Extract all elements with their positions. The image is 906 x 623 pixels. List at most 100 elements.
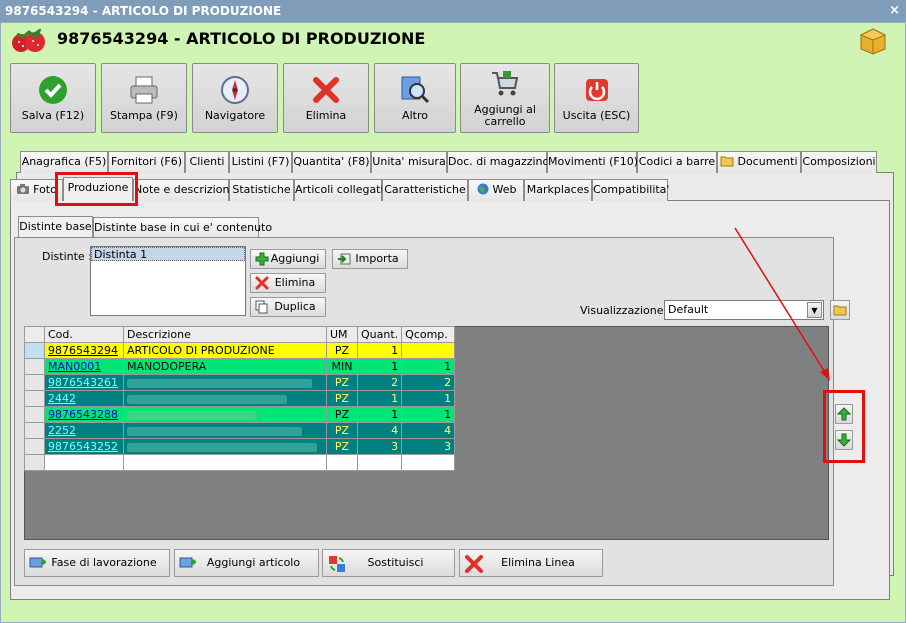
cell-qcomp[interactable]: 3: [401, 438, 456, 455]
cell-quant[interactable]: 1: [356, 406, 403, 423]
cell-um[interactable]: PZ: [326, 374, 358, 391]
grid-header-cod[interactable]: Cod.: [44, 326, 124, 343]
row-selector[interactable]: [24, 342, 45, 359]
sostituisci-button[interactable]: Sostituisci: [322, 549, 455, 577]
cell-quant[interactable]: 2: [356, 374, 403, 391]
tab-markplaces[interactable]: Markplaces: [524, 179, 592, 201]
cell-qcomp[interactable]: 1: [401, 406, 456, 423]
grid-header-descrizione[interactable]: Descrizione: [123, 326, 327, 343]
tab-unita-misura[interactable]: Unita' misura: [371, 151, 447, 173]
table-row[interactable]: 9876543288 PZ 1 1: [24, 406, 456, 423]
fase-lavorazione-button[interactable]: Fase di lavorazione: [24, 549, 170, 577]
table-row[interactable]: 2252 PZ 4 4: [24, 422, 456, 439]
tab-movimenti[interactable]: Movimenti (F10): [547, 151, 638, 173]
tab-clienti[interactable]: Clienti: [185, 151, 229, 173]
empty-cell[interactable]: [24, 454, 45, 471]
empty-cell[interactable]: [123, 454, 327, 471]
tab-web[interactable]: Web: [468, 179, 524, 201]
distinte-list[interactable]: Distinta 1: [90, 246, 246, 316]
print-button[interactable]: Stampa (F9): [101, 63, 187, 133]
cell-um[interactable]: PZ: [326, 406, 358, 423]
table-row[interactable]: MAN0001 MANODOPERA MIN 1 1: [24, 358, 456, 375]
empty-cell[interactable]: [326, 454, 358, 471]
table-row[interactable]: 2442 PZ 1 1: [24, 390, 456, 407]
aggiungi-articolo-button[interactable]: Aggiungi articolo: [174, 549, 319, 577]
cell-qcomp[interactable]: 1: [401, 358, 456, 375]
grid-header-qcomp[interactable]: Qcomp.: [401, 326, 456, 343]
delete-distinta-button[interactable]: Elimina: [250, 273, 326, 293]
row-selector[interactable]: [24, 406, 45, 423]
cell-um[interactable]: PZ: [326, 390, 358, 407]
cell-descrizione[interactable]: [123, 422, 327, 439]
cell-descrizione[interactable]: ARTICOLO DI PRODUZIONE: [123, 342, 327, 359]
tab-listini[interactable]: Listini (F7): [229, 151, 292, 173]
table-row[interactable]: 9876543294 ARTICOLO DI PRODUZIONE PZ 1: [24, 342, 456, 359]
cell-qcomp[interactable]: [401, 342, 456, 359]
tab-compatibilita[interactable]: Compatibilita': [592, 179, 669, 201]
visualizzazione-select[interactable]: Default ▼: [664, 300, 824, 320]
cell-descrizione[interactable]: [123, 374, 327, 391]
cell-quant[interactable]: 3: [356, 438, 403, 455]
cell-cod[interactable]: 9876543261: [44, 374, 124, 391]
cell-quant[interactable]: 1: [356, 358, 403, 375]
cell-cod[interactable]: 2252: [44, 422, 124, 439]
cell-cod[interactable]: 9876543252: [44, 438, 124, 455]
distinte-list-item[interactable]: Distinta 1: [91, 247, 245, 261]
table-row-empty[interactable]: [24, 454, 456, 471]
import-button[interactable]: Importa: [332, 249, 408, 269]
cell-qcomp[interactable]: 1: [401, 390, 456, 407]
subtab-distinte-contenuto[interactable]: Distinte base in cui e' contenuto: [93, 217, 272, 238]
add-distinta-button[interactable]: Aggiungi: [250, 249, 326, 269]
table-row[interactable]: 9876543261 PZ 2 2: [24, 374, 456, 391]
cell-um[interactable]: PZ: [326, 342, 358, 359]
add-to-cart-button[interactable]: Aggiungi al carrello: [460, 63, 550, 133]
tab-quantita[interactable]: Quantita' (F8): [292, 151, 371, 173]
empty-cell[interactable]: [356, 454, 403, 471]
empty-cell[interactable]: [401, 454, 456, 471]
tab-fornitori[interactable]: Fornitori (F6): [108, 151, 185, 173]
row-selector[interactable]: [24, 358, 45, 375]
tab-caratteristiche[interactable]: Caratteristiche: [382, 179, 468, 201]
tab-articoli-collegati[interactable]: Articoli collegati: [294, 179, 384, 201]
navigator-button[interactable]: Navigatore: [192, 63, 278, 133]
cell-quant[interactable]: 1: [356, 342, 403, 359]
cell-cod[interactable]: 2442: [44, 390, 124, 407]
row-selector[interactable]: [24, 374, 45, 391]
cell-descrizione[interactable]: MANODOPERA: [123, 358, 327, 375]
elimina-linea-button[interactable]: Elimina Linea: [459, 549, 603, 577]
tab-anagrafica[interactable]: Anagrafica (F5): [20, 151, 108, 173]
delete-button[interactable]: Elimina: [283, 63, 369, 133]
cell-descrizione[interactable]: [123, 438, 327, 455]
table-row[interactable]: 9876543252 PZ 3 3: [24, 438, 456, 455]
row-selector[interactable]: [24, 390, 45, 407]
tab-note-descrizioni[interactable]: Note e descrizioni: [133, 179, 233, 201]
chevron-down-icon[interactable]: ▼: [807, 302, 822, 318]
cell-um[interactable]: PZ: [326, 422, 358, 439]
tab-documenti[interactable]: Documenti: [717, 151, 801, 173]
exit-button[interactable]: Uscita (ESC): [554, 63, 639, 133]
subtab-distinte-base[interactable]: Distinte base: [18, 216, 93, 238]
cell-cod[interactable]: MAN0001: [44, 358, 124, 375]
row-selector[interactable]: [24, 438, 45, 455]
more-button[interactable]: Altro: [374, 63, 456, 133]
cell-qcomp[interactable]: 4: [401, 422, 456, 439]
open-folder-button[interactable]: [830, 300, 850, 320]
save-button[interactable]: Salva (F12): [10, 63, 96, 133]
cell-descrizione[interactable]: [123, 406, 327, 423]
cell-um[interactable]: MIN: [326, 358, 358, 375]
tab-codici-barre[interactable]: Codici a barre: [637, 151, 717, 173]
grid-header-um[interactable]: UM: [326, 326, 358, 343]
row-selector[interactable]: [24, 422, 45, 439]
empty-cell[interactable]: [44, 454, 124, 471]
cell-cod[interactable]: 9876543294: [44, 342, 124, 359]
cell-quant[interactable]: 4: [356, 422, 403, 439]
cell-qcomp[interactable]: 2: [401, 374, 456, 391]
cell-descrizione[interactable]: [123, 390, 327, 407]
cell-cod[interactable]: 9876543288: [44, 406, 124, 423]
tab-composizioni[interactable]: Composizioni: [801, 151, 877, 173]
cell-quant[interactable]: 1: [356, 390, 403, 407]
duplicate-distinta-button[interactable]: Duplica: [250, 297, 326, 317]
close-icon[interactable]: ×: [889, 0, 900, 22]
tab-statistiche[interactable]: Statistiche: [229, 179, 294, 201]
cell-um[interactable]: PZ: [326, 438, 358, 455]
